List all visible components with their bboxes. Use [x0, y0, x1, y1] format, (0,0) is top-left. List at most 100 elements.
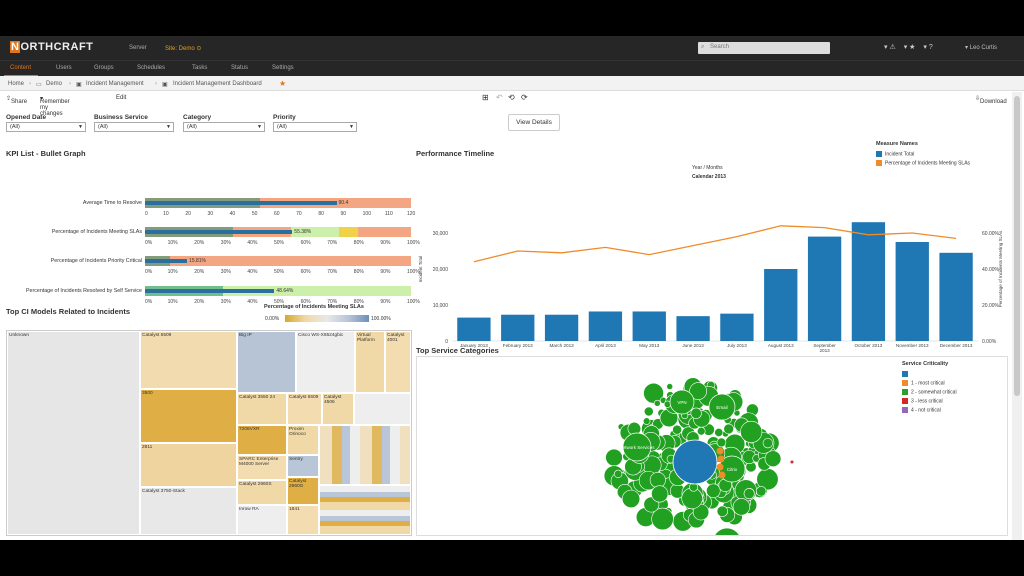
ci-models-treemap[interactable]: Unknown Catalyst 5509 3500 2811 Catalyst… [6, 330, 412, 536]
timeline-bar[interactable] [457, 317, 491, 341]
service-bubble[interactable] [716, 463, 724, 471]
service-bubble[interactable] [649, 472, 666, 489]
timeline-bar[interactable] [764, 269, 798, 341]
treemap-cell[interactable]: 7206VXR [237, 425, 287, 455]
filter-category[interactable]: (All) ▼ [183, 122, 265, 132]
timeline-bar[interactable] [501, 314, 535, 341]
favorite-icon[interactable]: ▾ ★ [904, 44, 916, 51]
treemap-cell[interactable]: SPARC Enterprise M4000 Server [237, 455, 287, 480]
treemap-cell[interactable]: Sentry [287, 455, 319, 477]
timeline-bar[interactable] [895, 242, 929, 341]
treemap-cell[interactable]: Cisco WS-X6524gbic [296, 331, 355, 393]
treemap-cell[interactable]: Catalyst 2960S [237, 480, 287, 505]
service-bubble[interactable] [718, 471, 726, 479]
bubble-legend-item[interactable] [902, 371, 911, 377]
server-menu[interactable]: Server [129, 45, 147, 51]
treemap-cell[interactable]: Big IP [237, 331, 296, 393]
service-bubble[interactable] [716, 505, 729, 517]
timeline-bar[interactable] [676, 316, 710, 341]
service-bubble[interactable] [714, 427, 724, 437]
performance-timeline-chart[interactable]: 0 10,000 20,000 30,000 0.00% 20.00% 40.00% 60.0… [416, 161, 1008, 356]
timeline-bar[interactable] [544, 314, 579, 341]
nav-settings[interactable]: Settings [272, 65, 294, 71]
breadcrumb-workbook[interactable]: Incident Management [86, 81, 144, 87]
undo-icon[interactable]: ↶ [496, 93, 503, 102]
service-bubble[interactable] [651, 485, 669, 503]
nav-status[interactable]: Status [231, 65, 248, 71]
bubble-legend-item[interactable]: 4 - not critical [902, 407, 941, 413]
revert-icon[interactable]: ⟲ [508, 93, 515, 102]
scrollbar-thumb[interactable] [1014, 96, 1020, 396]
service-bubble[interactable] [672, 424, 682, 435]
service-bubble[interactable] [643, 406, 654, 417]
treemap-cell[interactable]: 2811 [140, 443, 237, 487]
treemap-cell[interactable]: Proxim Orinoco [287, 425, 319, 455]
treemap-cell[interactable]: Catalyst 5509 [140, 331, 237, 389]
kpi-bullet-track[interactable]: 55.38% [145, 227, 411, 237]
timeline-bar[interactable] [939, 252, 973, 341]
nav-groups[interactable]: Groups [94, 65, 114, 71]
view-details-button[interactable]: View Details [508, 114, 560, 131]
treemap-cell[interactable] [319, 425, 411, 485]
alert-icon[interactable]: ▾ ⚠ [884, 44, 896, 51]
service-bubble[interactable] [690, 407, 702, 419]
treemap-cell[interactable] [319, 485, 411, 535]
service-bubble[interactable] [706, 483, 721, 498]
service-bubble[interactable] [762, 437, 774, 449]
logo[interactable]: NORTHCRAFT [10, 41, 93, 53]
service-bubble[interactable] [717, 455, 725, 463]
page-scrollbar[interactable] [1012, 92, 1022, 540]
service-bubble[interactable] [743, 488, 755, 500]
service-bubble[interactable] [712, 527, 742, 540]
service-bubble[interactable] [740, 420, 763, 443]
bubble-legend-item[interactable]: 1 - most critical [902, 380, 945, 386]
breadcrumb-view[interactable]: Incident Management Dashboard [173, 81, 262, 87]
kpi-bullet-track[interactable]: 90.4 [145, 198, 411, 208]
service-bubble[interactable] [653, 399, 661, 407]
timeline-bar[interactable] [851, 222, 886, 341]
treemap-cell[interactable]: Unknown [7, 331, 140, 535]
nav-users[interactable]: Users [56, 65, 72, 71]
legend-item-incident-total[interactable]: Incident Total [876, 151, 914, 157]
bubble-legend-item[interactable]: 2 - somewhat critical [902, 389, 957, 395]
treemap-cell[interactable]: 1841 [287, 505, 319, 535]
kpi-bullet-track[interactable]: 15.81% [145, 256, 411, 266]
treemap-cell[interactable]: Catalyst 3750-Stack [140, 487, 237, 535]
nav-content[interactable]: Content [10, 65, 31, 71]
edit-button[interactable]: Edit [116, 95, 126, 101]
treemap-cell[interactable]: 3500 [140, 389, 237, 443]
treemap-cell[interactable]: Catalyst 4001 [385, 331, 411, 393]
treemap-cell[interactable]: Catalyst 4506 [322, 393, 354, 425]
timeline-bar[interactable] [807, 236, 842, 341]
service-bubble[interactable] [764, 450, 782, 468]
service-bubble[interactable] [605, 448, 623, 467]
treemap-cell[interactable]: Catalyst 2960G [287, 477, 319, 505]
breadcrumb-home[interactable]: Home [8, 81, 24, 87]
service-bubble[interactable] [642, 417, 651, 425]
filter-opened-date[interactable]: (All) ▼ [6, 122, 86, 132]
favorite-star-icon[interactable]: ★ [279, 79, 286, 88]
service-bubble[interactable] [732, 498, 751, 516]
service-bubble[interactable] [716, 437, 727, 448]
nav-schedules[interactable]: Schedules [137, 65, 165, 71]
site-menu[interactable]: Site: Demo ⊙ [165, 45, 201, 52]
service-bubble[interactable] [613, 469, 623, 479]
help-icon[interactable]: ▾ ? [923, 44, 932, 51]
filter-priority[interactable]: (All) ▼ [273, 122, 357, 132]
service-bubble[interactable] [790, 460, 794, 464]
service-bubble[interactable] [621, 489, 641, 509]
kpi-bullet-track[interactable]: 48.64% [145, 286, 411, 296]
service-bubble[interactable] [755, 486, 767, 497]
treemap-cell[interactable]: Catalyst 3550 24 [237, 393, 287, 425]
refresh-icon[interactable]: ⟳ [521, 93, 528, 102]
service-bubble[interactable] [696, 426, 706, 436]
download-button[interactable]: ⇩ Download [975, 95, 1007, 105]
bubble-legend-item[interactable]: 3 - less critical [902, 398, 943, 404]
treemap-cell[interactable]: Inrow RA [237, 505, 287, 535]
nav-tasks[interactable]: Tasks [192, 65, 207, 71]
breadcrumb-demo[interactable]: Demo [46, 81, 62, 87]
treemap-cell[interactable]: Virtual Platform [355, 331, 385, 393]
timeline-bar[interactable] [588, 311, 623, 341]
treemap-cell[interactable] [354, 393, 411, 425]
filter-business-service[interactable]: (All) ▼ [94, 122, 174, 132]
